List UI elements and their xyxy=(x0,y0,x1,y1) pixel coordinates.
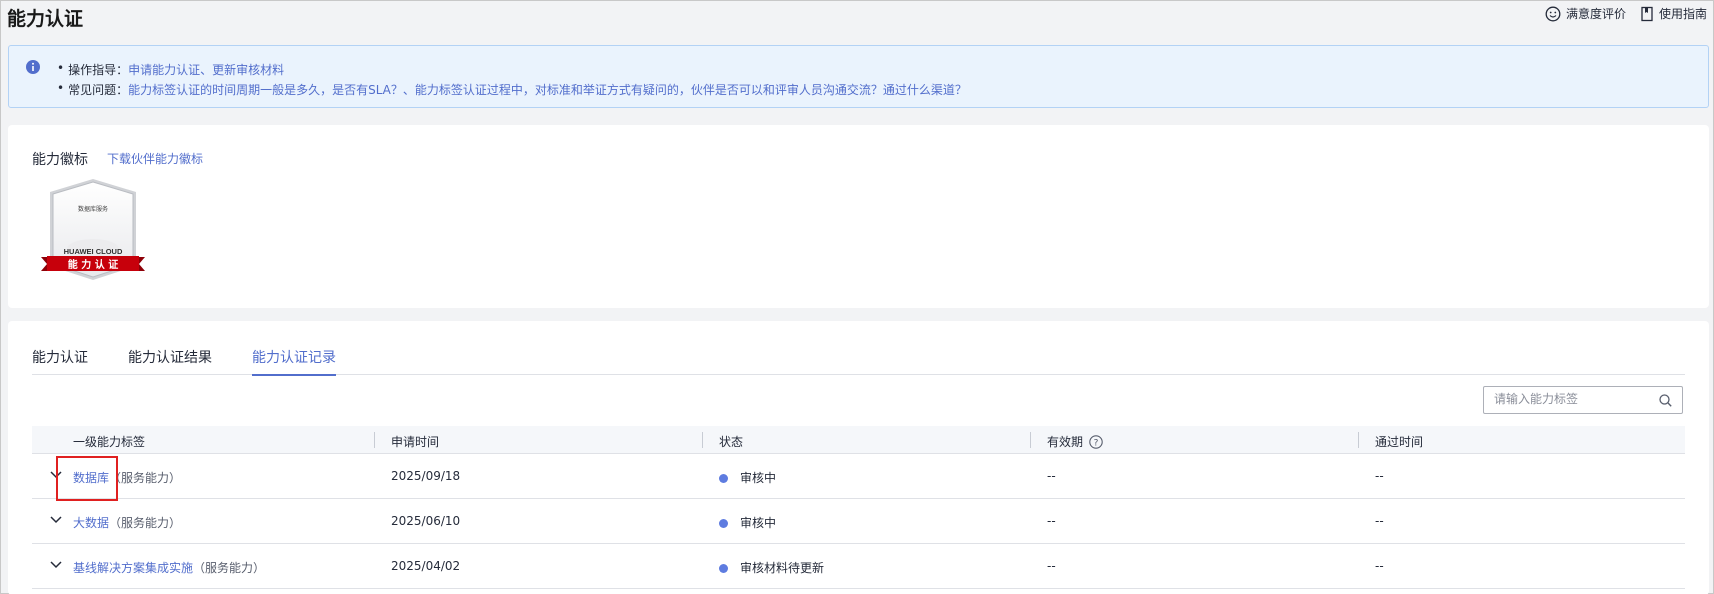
tab-certification-results[interactable]: 能力认证结果 xyxy=(128,347,212,375)
search-icon[interactable] xyxy=(1659,394,1672,407)
guide-link[interactable]: 申请能力认证、更新审核材料 xyxy=(128,61,284,78)
tag-link[interactable]: 基线解决方案集成实施 xyxy=(73,561,193,575)
help-icon-glyph: ? xyxy=(1094,438,1099,448)
tag-search-input[interactable] xyxy=(1494,392,1654,406)
status-dot xyxy=(719,474,728,483)
bullet: • xyxy=(57,61,65,75)
status-cell: 审核中 xyxy=(719,514,776,531)
status-text: 审核中 xyxy=(740,471,777,485)
apply-date: 2025/09/18 xyxy=(391,469,461,483)
download-badge-link[interactable]: 下载伙伴能力徽标 xyxy=(107,150,203,167)
tab-bar: 能力认证 能力认证结果 能力认证记录 xyxy=(32,347,1685,376)
guide-label: 操作指导： xyxy=(68,63,129,77)
header-apply-date: 申请时间 xyxy=(391,435,440,449)
tab-certification[interactable]: 能力认证 xyxy=(32,347,88,375)
tag-cell: 大数据（服务能力） xyxy=(73,514,181,531)
status-cell: 审核材料待更新 xyxy=(719,559,824,576)
chevron-down-icon[interactable] xyxy=(50,561,62,569)
tag-type: （服务能力） xyxy=(193,561,266,575)
status-dot xyxy=(719,564,728,573)
badge-brand-text: HUAWEI CLOUD xyxy=(64,247,123,256)
badge-top-text: 数据库服务 xyxy=(78,205,108,213)
status-text: 审核材料待更新 xyxy=(740,561,825,575)
table-header: 一级能力标签 申请时间 状态 有效期 ? 通过时间 xyxy=(32,426,1685,454)
satisfaction-button[interactable]: 满意度评价 xyxy=(1545,5,1626,22)
validity: -- xyxy=(1047,559,1056,573)
table-row: 数据库（服务能力） 2025/09/18 审核中 -- -- xyxy=(32,454,1685,499)
help-icon[interactable]: ? xyxy=(1089,434,1103,449)
apply-date: 2025/06/10 xyxy=(391,514,461,528)
capability-badge-image: 数据库服务 HUAWEI CLOUD 能 力 认 证 xyxy=(41,179,145,280)
app-frame: 能力认证 满意度评价 使用指南 • 操作指导： 申请能力认证、更新审核材料 • … xyxy=(0,0,1714,594)
table-row: 大数据（服务能力） 2025/06/10 审核中 -- -- xyxy=(32,499,1685,544)
status-dot xyxy=(719,519,728,528)
tab-certification-records[interactable]: 能力认证记录 xyxy=(252,347,336,376)
notice-row-faq: • 常见问题： 能力标签认证的时间周期一般是多久，是否有SLA？、能力标签认证过… xyxy=(57,81,967,98)
tag-search-box xyxy=(1483,386,1683,414)
pass-time: -- xyxy=(1375,559,1384,573)
header-pass-time: 通过时间 xyxy=(1375,435,1424,449)
badge-section: 能力徽标 下载伙伴能力徽标 数据库服务 HUAWEI CLOUD 能 力 认 证 xyxy=(8,125,1709,308)
apply-date: 2025/04/02 xyxy=(391,559,461,573)
status-text: 审核中 xyxy=(740,516,777,530)
chevron-down-icon[interactable] xyxy=(50,516,62,524)
info-icon xyxy=(26,60,40,74)
column-divider[interactable] xyxy=(702,432,703,448)
faq-link[interactable]: 能力标签认证的时间周期一般是多久，是否有SLA？、能力标签认证过程中，对标准和举… xyxy=(128,81,967,98)
notice-row-guide: • 操作指导： 申请能力认证、更新审核材料 xyxy=(57,61,284,78)
header-tag: 一级能力标签 xyxy=(73,435,146,449)
header-validity: 有效期 ? xyxy=(1047,433,1103,450)
header-status: 状态 xyxy=(719,435,744,449)
tag-cell: 数据库（服务能力） xyxy=(73,469,181,486)
tag-link[interactable]: 数据库 xyxy=(73,471,109,485)
column-divider[interactable] xyxy=(374,432,375,448)
certification-panel: 能力认证 能力认证结果 能力认证记录 一级能力标签 申请时间 状态 有效期 xyxy=(8,321,1709,594)
faq-label: 常见问题： xyxy=(68,83,129,97)
header-validity-label: 有效期 xyxy=(1047,435,1084,449)
chevron-down-icon[interactable] xyxy=(50,471,62,479)
status-cell: 审核中 xyxy=(719,469,776,486)
badge-ribbon-text: 能 力 认 证 xyxy=(68,258,118,271)
pass-time: -- xyxy=(1375,514,1384,528)
tag-link[interactable]: 大数据 xyxy=(73,516,109,530)
validity: -- xyxy=(1047,514,1056,528)
notice-banner: • 操作指导： 申请能力认证、更新审核材料 • 常见问题： 能力标签认证的时间周… xyxy=(8,45,1709,108)
top-actions: 满意度评价 使用指南 xyxy=(1545,5,1707,22)
table-row: 基线解决方案集成实施（服务能力） 2025/04/02 审核材料待更新 -- -… xyxy=(32,544,1685,589)
book-icon xyxy=(1641,6,1653,21)
tag-type: （服务能力） xyxy=(109,471,182,485)
validity: -- xyxy=(1047,469,1056,483)
records-table: 一级能力标签 申请时间 状态 有效期 ? 通过时间 数据库（服务能力） 2025… xyxy=(32,426,1685,589)
satisfaction-label: 满意度评价 xyxy=(1565,7,1626,21)
guide-button[interactable]: 使用指南 xyxy=(1640,5,1707,22)
column-divider[interactable] xyxy=(1358,432,1359,448)
column-divider[interactable] xyxy=(1030,432,1031,448)
smile-icon xyxy=(1545,6,1561,21)
guide-label: 使用指南 xyxy=(1658,7,1707,21)
badge-section-title: 能力徽标 xyxy=(32,152,88,168)
bullet: • xyxy=(57,81,65,95)
pass-time: -- xyxy=(1375,469,1384,483)
tag-cell: 基线解决方案集成实施（服务能力） xyxy=(73,559,265,576)
page-title: 能力认证 xyxy=(7,8,84,30)
tag-type: （服务能力） xyxy=(109,516,182,530)
